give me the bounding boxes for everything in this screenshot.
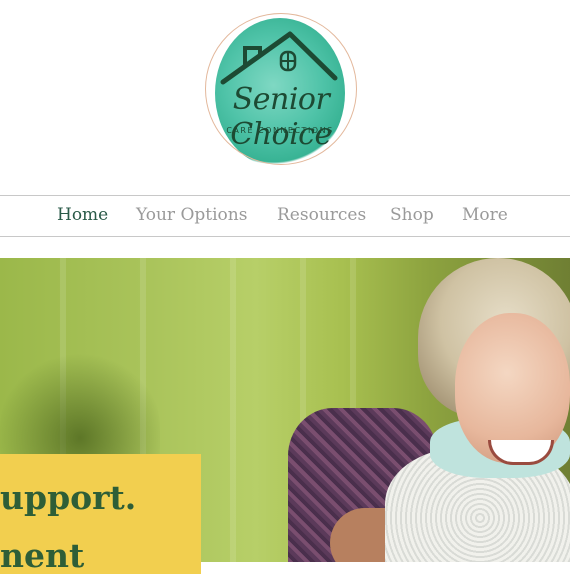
nav-item-your-options[interactable]: Your Options [136, 205, 247, 225]
hero-caption-box: upport. nent [0, 454, 201, 575]
logo-script-text: Senior Choice [230, 82, 332, 152]
nav-item-more[interactable]: More [462, 205, 508, 225]
hero-caption-line-2: nent [0, 536, 85, 575]
main-navigation: Home Your Options Resources Shop More [0, 195, 570, 237]
nav-item-shop[interactable]: Shop [390, 205, 434, 225]
logo-subtitle: CARE CONNECTIONS [226, 126, 334, 135]
nav-item-home[interactable]: Home [57, 205, 108, 225]
site-logo[interactable]: Senior Choice CARE CONNECTIONS [185, 8, 375, 173]
nav-item-resources[interactable]: Resources [277, 205, 366, 225]
hero-caption-line-1: upport. [0, 478, 137, 517]
